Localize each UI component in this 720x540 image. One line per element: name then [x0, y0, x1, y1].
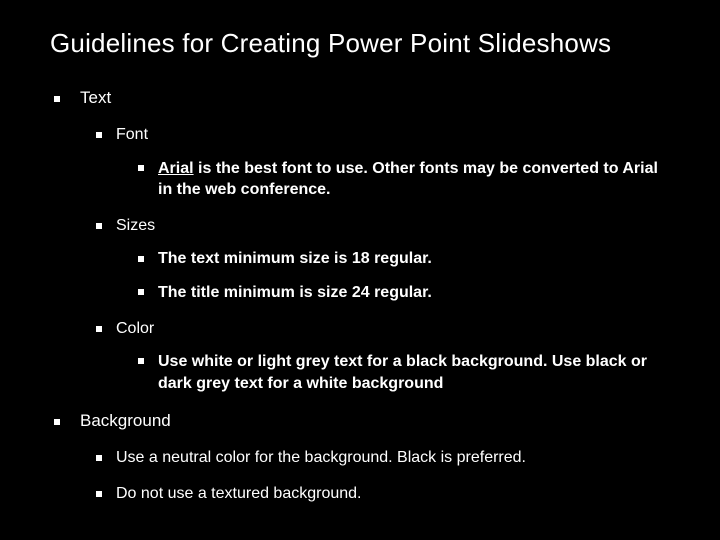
item-label: Font: [116, 126, 148, 143]
item-label: Background: [80, 411, 171, 430]
item-text: Do not use a textured background.: [116, 485, 362, 502]
bullet-list: Font Arial is the best font to use. Othe…: [92, 124, 670, 394]
item-label: Color: [116, 320, 154, 337]
bullet-list: Arial is the best font to use. Other fon…: [134, 158, 670, 201]
list-item: Do not use a textured background.: [92, 483, 670, 505]
item-label: Sizes: [116, 217, 155, 234]
item-text: The text minimum size is 18 regular.: [158, 250, 432, 267]
slide-title: Guidelines for Creating Power Point Slid…: [50, 28, 670, 59]
item-label: Text: [80, 88, 111, 107]
list-item: Background Use a neutral color for the b…: [50, 410, 670, 504]
bullet-list: Text Font Arial is the best font to use.…: [50, 87, 670, 504]
slide: Guidelines for Creating Power Point Slid…: [0, 0, 720, 540]
list-item: Sizes The text minimum size is 18 regula…: [92, 215, 670, 304]
item-text: Use a neutral color for the background. …: [116, 449, 526, 466]
list-item: Arial is the best font to use. Other fon…: [134, 158, 670, 201]
bullet-list: Use white or light grey text for a black…: [134, 351, 670, 394]
item-text: The title minimum is size 24 regular.: [158, 284, 432, 301]
list-item: Use white or light grey text for a black…: [134, 351, 670, 394]
item-text: is the best font to use. Other fonts may…: [158, 160, 658, 199]
list-item: Font Arial is the best font to use. Othe…: [92, 124, 670, 201]
list-item: The text minimum size is 18 regular.: [134, 248, 670, 270]
list-item: Text Font Arial is the best font to use.…: [50, 87, 670, 394]
bullet-list: The text minimum size is 18 regular. The…: [134, 248, 670, 303]
list-item: Color Use white or light grey text for a…: [92, 318, 670, 395]
list-item: Use a neutral color for the background. …: [92, 447, 670, 469]
bullet-list: Use a neutral color for the background. …: [92, 447, 670, 504]
item-text: Use white or light grey text for a black…: [158, 353, 647, 392]
underlined-text: Arial: [158, 160, 194, 177]
list-item: The title minimum is size 24 regular.: [134, 282, 670, 304]
